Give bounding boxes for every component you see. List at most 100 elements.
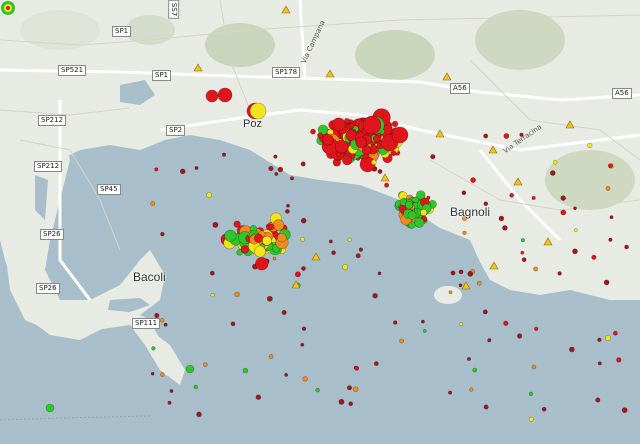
earthquake-marker[interactable] xyxy=(202,362,208,368)
earthquake-marker[interactable] xyxy=(301,266,306,271)
earthquake-marker[interactable] xyxy=(448,290,453,295)
earthquake-marker[interactable] xyxy=(268,354,274,359)
earthquake-marker[interactable] xyxy=(338,398,345,405)
earthquake-marker[interactable] xyxy=(482,309,488,315)
earthquake-marker[interactable] xyxy=(217,87,233,103)
earthquake-marker[interactable] xyxy=(45,403,55,413)
earthquake-marker[interactable] xyxy=(483,133,489,139)
earthquake-marker[interactable] xyxy=(520,238,525,243)
station-triangle-icon[interactable] xyxy=(380,173,390,182)
earthquake-marker[interactable] xyxy=(212,221,219,228)
earthquake-marker[interactable] xyxy=(255,394,262,400)
earthquake-marker[interactable] xyxy=(605,335,611,342)
earthquake-marker[interactable] xyxy=(255,257,269,271)
earthquake-marker[interactable] xyxy=(587,142,593,149)
earthquake-marker[interactable] xyxy=(533,266,539,272)
earthquake-marker[interactable] xyxy=(268,223,275,231)
earthquake-marker[interactable] xyxy=(240,245,250,254)
earthquake-marker[interactable] xyxy=(342,155,353,166)
earthquake-marker[interactable] xyxy=(273,154,278,159)
station-triangle-icon[interactable] xyxy=(489,261,499,270)
earthquake-marker[interactable] xyxy=(521,257,527,263)
earthquake-marker[interactable] xyxy=(516,333,523,339)
earthquake-marker[interactable] xyxy=(221,152,227,157)
earthquake-marker[interactable] xyxy=(302,376,308,382)
earthquake-marker[interactable] xyxy=(315,387,320,393)
earthquake-marker[interactable] xyxy=(377,271,382,276)
earthquake-marker[interactable] xyxy=(597,337,602,342)
earthquake-marker[interactable] xyxy=(261,235,272,246)
earthquake-marker[interactable] xyxy=(503,133,510,139)
earthquake-marker[interactable] xyxy=(609,215,614,220)
earthquake-marker[interactable] xyxy=(342,264,349,271)
earthquake-marker[interactable] xyxy=(560,195,566,201)
earthquake-marker[interactable] xyxy=(272,256,277,261)
earthquake-marker[interactable] xyxy=(391,120,399,128)
earthquake-marker[interactable] xyxy=(167,400,172,405)
station-triangle-icon[interactable] xyxy=(565,120,575,129)
earthquake-marker[interactable] xyxy=(487,338,492,343)
earthquake-marker[interactable] xyxy=(286,203,290,208)
earthquake-marker[interactable] xyxy=(285,209,290,214)
earthquake-marker[interactable] xyxy=(334,139,349,154)
earthquake-marker[interactable] xyxy=(310,128,316,135)
earthquake-marker[interactable] xyxy=(277,166,284,173)
earthquake-marker[interactable] xyxy=(422,329,427,333)
earthquake-marker[interactable] xyxy=(531,364,537,370)
earthquake-marker[interactable] xyxy=(421,319,425,324)
earthquake-marker[interactable] xyxy=(277,232,287,243)
earthquake-marker[interactable] xyxy=(372,293,378,299)
earthquake-marker[interactable] xyxy=(569,346,575,353)
earthquake-marker[interactable] xyxy=(268,165,274,172)
station-triangle-icon[interactable] xyxy=(488,145,498,154)
earthquake-marker[interactable] xyxy=(160,231,165,237)
earthquake-marker[interactable] xyxy=(151,346,156,351)
earthquake-marker[interactable] xyxy=(179,168,186,175)
earthquake-marker[interactable] xyxy=(616,357,622,363)
earthquake-marker[interactable] xyxy=(355,136,367,149)
earthquake-marker[interactable] xyxy=(160,372,165,377)
earthquake-marker[interactable] xyxy=(407,210,417,220)
earthquake-marker[interactable] xyxy=(224,229,237,242)
earthquake-marker[interactable] xyxy=(462,230,467,236)
earthquake-marker[interactable] xyxy=(624,244,629,250)
earthquake-marker[interactable] xyxy=(322,133,334,146)
earthquake-marker[interactable] xyxy=(300,342,305,347)
earthquake-marker[interactable] xyxy=(194,166,199,170)
station-triangle-icon[interactable] xyxy=(435,129,445,138)
earthquake-marker[interactable] xyxy=(290,176,294,181)
earthquake-marker[interactable] xyxy=(348,122,355,129)
earthquake-marker[interactable] xyxy=(450,270,456,276)
earthquake-marker[interactable] xyxy=(234,291,240,298)
earthquake-marker[interactable] xyxy=(370,159,377,166)
earthquake-marker[interactable] xyxy=(362,115,382,135)
earthquake-marker[interactable] xyxy=(605,185,611,191)
earthquake-marker[interactable] xyxy=(281,309,287,316)
earthquake-marker[interactable] xyxy=(534,326,539,331)
station-triangle-icon[interactable] xyxy=(281,5,291,14)
earthquake-marker[interactable] xyxy=(476,280,482,286)
earthquake-marker[interactable] xyxy=(163,322,168,327)
earthquake-marker[interactable] xyxy=(284,372,289,377)
earthquake-marker[interactable] xyxy=(274,172,279,176)
earthquake-marker[interactable] xyxy=(300,161,306,167)
earthquake-marker[interactable] xyxy=(272,219,285,231)
earthquake-marker[interactable] xyxy=(408,221,416,229)
earthquake-marker[interactable] xyxy=(206,192,213,198)
earthquake-marker[interactable] xyxy=(430,154,436,160)
earthquake-marker[interactable] xyxy=(209,270,215,276)
earthquake-marker[interactable] xyxy=(196,411,202,418)
earthquake-marker[interactable] xyxy=(154,167,159,172)
earthquake-marker[interactable] xyxy=(399,338,405,344)
earthquake-marker[interactable] xyxy=(458,269,464,275)
earthquake-marker[interactable] xyxy=(233,220,241,228)
earthquake-marker[interactable] xyxy=(328,239,333,244)
earthquake-marker[interactable] xyxy=(300,217,307,224)
earthquake-marker[interactable] xyxy=(595,397,601,403)
earthquake-marker[interactable] xyxy=(502,225,508,231)
earthquake-marker[interactable] xyxy=(242,367,249,374)
earthquake-marker[interactable] xyxy=(377,169,383,174)
earthquake-marker[interactable] xyxy=(210,293,215,298)
earthquake-marker[interactable] xyxy=(458,283,463,288)
earthquake-marker[interactable] xyxy=(254,245,266,258)
